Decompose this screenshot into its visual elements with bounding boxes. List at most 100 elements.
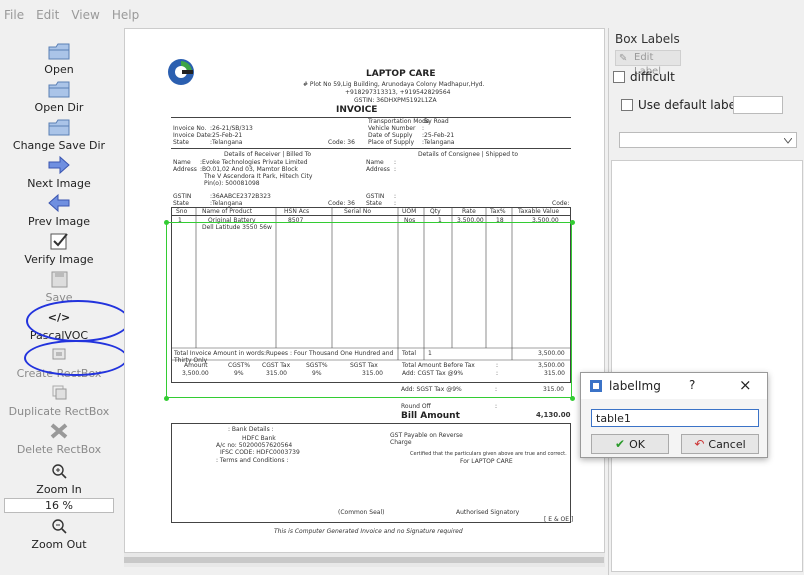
supply-place-value: :Telangana: [422, 139, 455, 146]
company-address: # Plot No 59,Lig Building, Arunodaya Col…: [303, 81, 485, 88]
supply-date-value: :25-Feb-21: [422, 132, 455, 139]
menu-edit[interactable]: Edit: [36, 8, 59, 28]
horizontal-scrollbar[interactable]: [124, 553, 605, 567]
chevron-down-icon: [784, 138, 792, 144]
receiver-address-1: :BO.01,02 And 03, Mamtor Block: [200, 166, 298, 173]
scrollbar-thumb[interactable]: [124, 557, 604, 563]
consignee-address-label: Address: [366, 166, 390, 173]
use-default-label-checkbox[interactable]: Use default label: [621, 98, 739, 112]
bill-amount-value: 4,130.00: [536, 411, 571, 419]
default-label-input[interactable]: [733, 96, 783, 114]
receiver-address-label: Address: [173, 166, 197, 173]
supply-date-label: Date of Supply: [368, 132, 413, 139]
company-phone: +918297313313, +919542829564: [345, 89, 451, 96]
change-save-dir-button[interactable]: Change Save Dir: [0, 116, 118, 152]
duplicate-rectbox-button[interactable]: Duplicate RectBox: [0, 382, 118, 418]
transport-value: :By Road: [422, 118, 449, 125]
check-icon: ✔: [615, 437, 626, 451]
state-label: State: [173, 139, 189, 146]
rectbox-handle[interactable]: [164, 396, 169, 401]
consignee-state-code: Code:: [552, 200, 570, 207]
menu-view[interactable]: View: [71, 8, 99, 28]
difficult-checkbox[interactable]: difficult: [613, 70, 675, 84]
edit-icon: ✎: [619, 53, 628, 64]
close-icon[interactable]: ×: [739, 376, 752, 394]
supply-place-label: Place of Supply: [368, 139, 414, 146]
menu-help[interactable]: Help: [112, 8, 139, 28]
consignee-header: Details of Consignee | Shipped to: [418, 151, 519, 158]
use-default-label-text: Use default label: [638, 98, 740, 112]
invoice-date-label: Invoice Date: [173, 132, 211, 139]
cancel-label: Cancel: [708, 437, 746, 451]
arrow-right-icon: [0, 154, 118, 176]
receiver-name: :Evoke Technologies Private Limited: [200, 159, 308, 166]
receiver-header: Details of Receiver | Billed To: [224, 151, 312, 158]
zoom-out-icon: [0, 515, 118, 537]
company-name: LAPTOP CARE: [366, 69, 436, 79]
ok-button[interactable]: ✔ OK: [591, 434, 669, 454]
annotation-rectbox[interactable]: [166, 222, 572, 398]
open-button[interactable]: Open: [0, 40, 118, 76]
delete-x-icon: [0, 420, 118, 442]
consignee-gstin-label: GSTIN: [366, 193, 385, 200]
zoom-out-button[interactable]: Zoom Out: [0, 515, 118, 551]
cancel-button[interactable]: ↶ Cancel: [681, 434, 759, 454]
invoice-date-value: :25-Feb-21: [210, 132, 243, 139]
ok-label: OK: [629, 437, 645, 451]
state-value: :Telangana: [210, 139, 243, 146]
folder-icon: [0, 40, 118, 62]
consignee-address: :: [394, 166, 397, 173]
consignee-state-value: :: [394, 200, 397, 207]
box-labels-panel: Box Labels ✎ Edit Label difficult Use de…: [608, 28, 804, 575]
zoom-in-icon: [0, 460, 118, 482]
help-icon[interactable]: ?: [689, 378, 695, 392]
checkbox-icon: [613, 71, 625, 83]
prev-image-button[interactable]: Prev Image: [0, 192, 118, 228]
rectbox-handle[interactable]: [164, 220, 169, 225]
open-dir-button[interactable]: Open Dir: [0, 78, 118, 114]
duplicate-icon: [0, 382, 118, 404]
invoice-no-label: Invoice No.: [173, 125, 207, 132]
invoice-title: INVOICE: [336, 105, 378, 115]
receiver-state-value: :Telangana: [210, 200, 243, 207]
gstin-label: GSTIN: [173, 193, 192, 200]
checkbox-icon: [621, 99, 633, 111]
divider: [171, 148, 571, 149]
gstin-value: :36AABCE2372B323: [210, 193, 271, 200]
receiver-name-label: Name: [173, 159, 191, 166]
dialog-titlebar: labelImg ? ×: [581, 373, 767, 399]
app-icon: [590, 380, 602, 392]
menu-file[interactable]: File: [4, 8, 24, 28]
edit-label-button[interactable]: ✎ Edit Label: [615, 50, 681, 77]
menu-bar: File Edit View Help: [0, 0, 804, 28]
rectbox-handle[interactable]: [570, 220, 575, 225]
next-image-button[interactable]: Next Image: [0, 154, 118, 190]
computer-generated-footer: This is Computer Generated Invoice and n…: [274, 528, 463, 535]
folder-save-icon: [0, 116, 118, 138]
transport-label: Transportation Mode: [368, 118, 430, 125]
vehicle-value: :: [422, 125, 425, 132]
consignee-name: :: [394, 159, 397, 166]
undo-arrow-icon: ↶: [694, 437, 705, 451]
label-list[interactable]: [611, 160, 803, 572]
round-off-label: Round Off: [401, 403, 431, 410]
receiver-state-code: Code: 36: [328, 200, 355, 207]
checkbox-checked-icon: [0, 230, 118, 252]
label-dialog: labelImg ? × table1 ✔ OK ↶ Cancel: [580, 372, 768, 458]
receiver-address-3: Pin(o): 500081098: [204, 180, 260, 187]
rectbox-handle[interactable]: [570, 396, 575, 401]
annotation-circle-create-rectbox: [24, 340, 128, 376]
dialog-title: labelImg: [609, 379, 661, 393]
save-button[interactable]: Save: [0, 268, 118, 304]
label-combo[interactable]: [619, 132, 797, 148]
annotation-circle-pascalvoc: [26, 300, 130, 342]
company-gstin: GSTIN: 36DHXPM5192L1ZA: [354, 97, 437, 104]
bill-amount-label: Bill Amount: [401, 411, 460, 421]
verify-image-button[interactable]: Verify Image: [0, 230, 118, 266]
delete-rectbox-button[interactable]: Delete RectBox: [0, 420, 118, 456]
zoom-value-field[interactable]: 16 %: [4, 498, 114, 513]
folder-open-icon: [0, 78, 118, 100]
label-input[interactable]: table1: [591, 409, 759, 427]
state-code: Code: 36: [328, 139, 355, 146]
zoom-in-button[interactable]: Zoom In: [0, 460, 118, 496]
